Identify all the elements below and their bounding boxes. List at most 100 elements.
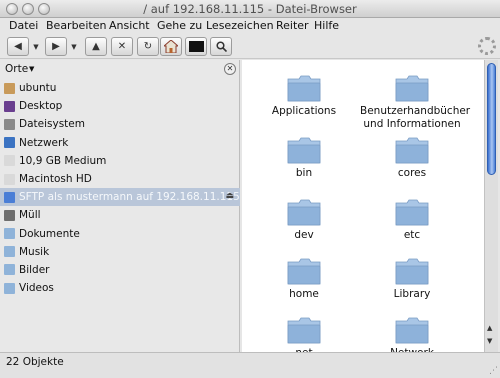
folder-icon <box>395 75 429 102</box>
vertical-scrollbar[interactable]: ▲ ▼ <box>484 60 498 352</box>
menu-reiter[interactable]: Reiter <box>276 19 309 32</box>
file-item[interactable]: cores <box>360 136 464 180</box>
search-button[interactable] <box>210 37 232 56</box>
reload-button[interactable]: ↻ <box>137 37 159 56</box>
folder-icon <box>4 228 15 240</box>
drive-icon <box>4 155 15 167</box>
stop-icon: ✕ <box>117 41 127 52</box>
scroll-up-icon[interactable]: ▲ <box>487 324 492 332</box>
menu-ansicht[interactable]: Ansicht <box>109 19 150 32</box>
folder-icon <box>4 264 15 276</box>
file-label: bin <box>295 167 313 179</box>
folder-icon <box>395 199 429 226</box>
search-icon <box>215 41 227 52</box>
up-icon: ▲ <box>92 41 100 52</box>
home-button[interactable] <box>160 37 182 56</box>
back-history-dropdown[interactable]: ▼ <box>31 37 41 56</box>
menu-gehe-zu[interactable]: Gehe zu <box>157 19 202 32</box>
file-item[interactable]: Library <box>360 257 464 301</box>
sidebar-item[interactable]: Macintosh HD <box>0 170 240 188</box>
sidebar-item[interactable]: Bilder <box>0 261 240 279</box>
forward-button[interactable]: ▶ <box>45 37 67 56</box>
sidebar-item-label: SFTP als mustermann auf 192.168.11.115 <box>19 191 240 204</box>
up-button[interactable]: ▲ <box>85 37 107 56</box>
toolbar: ◀ ▼ ▶ ▼ ▲ ✕ ↻ <box>0 35 500 59</box>
status-bar: 22 Objekte ⋰ <box>0 352 500 378</box>
folder-icon <box>395 258 429 285</box>
menu-bar: Datei Bearbeiten Ansicht Gehe zu Lesezei… <box>0 18 500 35</box>
sidebar-item-label: 10,9 GB Medium <box>19 154 107 167</box>
forward-history-dropdown[interactable]: ▼ <box>69 37 79 56</box>
menu-bearbeiten[interactable]: Bearbeiten <box>46 19 106 32</box>
file-item[interactable]: Benutzerhandbücher und Informationen <box>360 74 471 130</box>
network-icon <box>4 137 15 149</box>
sidebar: Orte ▼ ✕ ubuntu Desktop Dateisystem Netzwer… <box>0 60 240 352</box>
activity-spinner-icon <box>478 37 496 55</box>
title-bar[interactable]: / auf 192.168.11.115 - Datei-Browser <box>0 0 500 18</box>
chevron-down-icon[interactable]: ▼ <box>29 65 34 73</box>
reload-icon: ↻ <box>143 41 153 52</box>
file-label: cores <box>397 167 427 179</box>
folder-icon <box>287 317 321 344</box>
sidebar-item[interactable]: Netzwerk <box>0 134 240 152</box>
sidebar-item[interactable]: Dateisystem <box>0 115 240 133</box>
folder-icon <box>287 199 321 226</box>
file-item[interactable]: home <box>252 257 356 301</box>
item-count: 22 Objekte <box>6 356 64 368</box>
sidebar-item[interactable]: SFTP als mustermann auf 192.168.11.115 ⏏ <box>0 188 240 207</box>
sidebar-item-label: Musik <box>19 245 50 258</box>
scroll-down-icon[interactable]: ▼ <box>487 337 492 345</box>
sidebar-item[interactable]: ubuntu <box>0 79 240 97</box>
file-item[interactable]: etc <box>360 198 464 242</box>
sidebar-item-label: Müll <box>19 209 41 222</box>
sidebar-item[interactable]: Müll <box>0 206 240 224</box>
file-label: Benutzerhandbücher und Informationen <box>360 105 471 130</box>
sidebar-item[interactable]: 10,9 GB Medium <box>0 152 240 170</box>
back-icon: ◀ <box>14 41 22 52</box>
folder-icon <box>287 258 321 285</box>
eject-icon[interactable]: ⏏ <box>225 191 234 201</box>
sidebar-item-label: Desktop <box>19 100 63 113</box>
file-item[interactable]: dev <box>252 198 356 242</box>
scroll-thumb[interactable] <box>487 63 496 175</box>
sidebar-item-label: Bilder <box>19 263 50 276</box>
places-list: ubuntu Desktop Dateisystem Netzwerk 10,9 GB … <box>0 79 240 297</box>
folder-icon <box>395 317 429 344</box>
sidebar-item[interactable]: Desktop <box>0 97 240 115</box>
filesystem-icon <box>4 118 15 130</box>
folder-icon <box>287 137 321 164</box>
folder-icon <box>4 246 15 258</box>
file-item[interactable]: Network <box>360 316 464 352</box>
resize-grip-icon[interactable]: ⋰ <box>489 366 498 376</box>
file-label: Applications <box>271 105 337 117</box>
drive-icon <box>4 173 15 185</box>
desktop-icon <box>4 100 15 112</box>
stop-button[interactable]: ✕ <box>111 37 133 56</box>
computer-button[interactable] <box>185 37 207 56</box>
menu-hilfe[interactable]: Hilfe <box>314 19 339 32</box>
sidebar-item-label: ubuntu <box>19 82 57 95</box>
sidebar-mode-select[interactable]: Orte <box>5 63 28 75</box>
menu-lesezeichen[interactable]: Lesezeichen <box>206 19 274 32</box>
sidebar-item[interactable]: Dokumente <box>0 225 240 243</box>
sidebar-item-label: Macintosh HD <box>19 173 92 186</box>
network-drive-icon <box>4 191 15 203</box>
file-item[interactable]: net <box>252 316 356 352</box>
folder-icon <box>4 282 15 294</box>
file-browser-window: / auf 192.168.11.115 - Datei-Browser Dat… <box>0 0 500 378</box>
file-item[interactable]: Applications <box>252 74 356 118</box>
folder-icon <box>395 137 429 164</box>
back-button[interactable]: ◀ <box>7 37 29 56</box>
file-label: home <box>289 288 319 300</box>
close-sidebar-icon[interactable]: ✕ <box>224 63 236 75</box>
sidebar-item-label: Dateisystem <box>19 118 85 131</box>
menu-datei[interactable]: Datei <box>9 19 38 32</box>
file-label: etc <box>403 229 421 241</box>
sidebar-item[interactable]: Videos <box>0 279 240 297</box>
file-item[interactable]: bin <box>252 136 356 180</box>
window-title: / auf 192.168.11.115 - Datei-Browser <box>143 2 357 16</box>
file-label: Library <box>393 288 431 300</box>
home-folder-icon <box>4 82 15 94</box>
file-view[interactable]: Applications Benutzerhandbücher und Infor… <box>242 60 484 352</box>
sidebar-item[interactable]: Musik <box>0 243 240 261</box>
